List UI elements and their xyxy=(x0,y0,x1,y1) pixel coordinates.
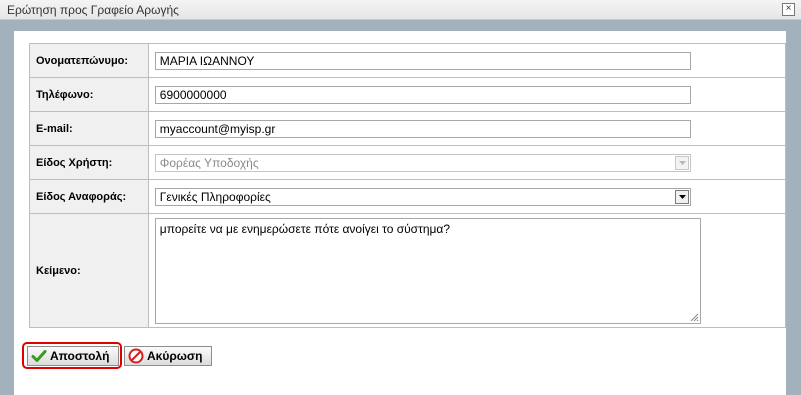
report-type-label: Είδος Αναφοράς: xyxy=(29,179,149,214)
resize-grip-icon[interactable] xyxy=(690,313,699,322)
user-type-label: Είδος Χρήστη: xyxy=(29,145,149,180)
phone-label: Τηλέφωνο: xyxy=(29,77,149,112)
cancel-button-label: Ακύρωση xyxy=(147,349,203,363)
name-field[interactable]: ΜΑΡΙΑ ΙΩΑΝΝΟΥ xyxy=(154,51,691,70)
cancel-button[interactable]: Ακύρωση xyxy=(124,346,212,366)
user-type-select[interactable]: Φορέας Υποδοχής xyxy=(154,153,691,172)
send-button[interactable]: Αποστολή xyxy=(27,346,119,366)
user-type-value: Φορέας Υποδοχής xyxy=(159,155,259,170)
message-textarea[interactable]: μπορείτε να με ενημερώσετε πότε ανοίγει … xyxy=(154,217,701,324)
form-panel: Ονοματεπώνυμο: ΜΑΡΙΑ ΙΩΑΝΝΟΥ Τηλέφωνο: 6… xyxy=(14,31,787,395)
dialog-title: Ερώτηση προς Γραφείο Αρωγής xyxy=(7,3,179,17)
close-icon: × xyxy=(785,3,792,14)
send-button-label: Αποστολή xyxy=(50,349,110,363)
report-type-select[interactable]: Γενικές Πληροφορίες xyxy=(154,187,691,206)
checkmark-icon xyxy=(31,350,47,362)
report-type-value: Γενικές Πληροφορίες xyxy=(159,189,271,204)
chevron-down-icon[interactable] xyxy=(674,189,689,204)
phone-field[interactable]: 6900000000 xyxy=(154,85,691,104)
text-label: Κείμενο: xyxy=(29,213,149,328)
dialog-titlebar: Ερώτηση προς Γραφείο Αρωγής × xyxy=(0,0,801,20)
name-label: Ονοματεπώνυμο: xyxy=(29,43,149,78)
cancel-icon xyxy=(128,348,144,364)
email-field[interactable]: myaccount@myisp.gr xyxy=(154,119,691,138)
close-button[interactable]: × xyxy=(782,3,795,16)
form-table: Ονοματεπώνυμο: ΜΑΡΙΑ ΙΩΑΝΝΟΥ Τηλέφωνο: 6… xyxy=(29,43,787,328)
message-text: μπορείτε να με ενημερώσετε πότε ανοίγει … xyxy=(159,221,451,236)
email-label: E-mail: xyxy=(29,111,149,146)
chevron-down-icon xyxy=(674,155,689,170)
